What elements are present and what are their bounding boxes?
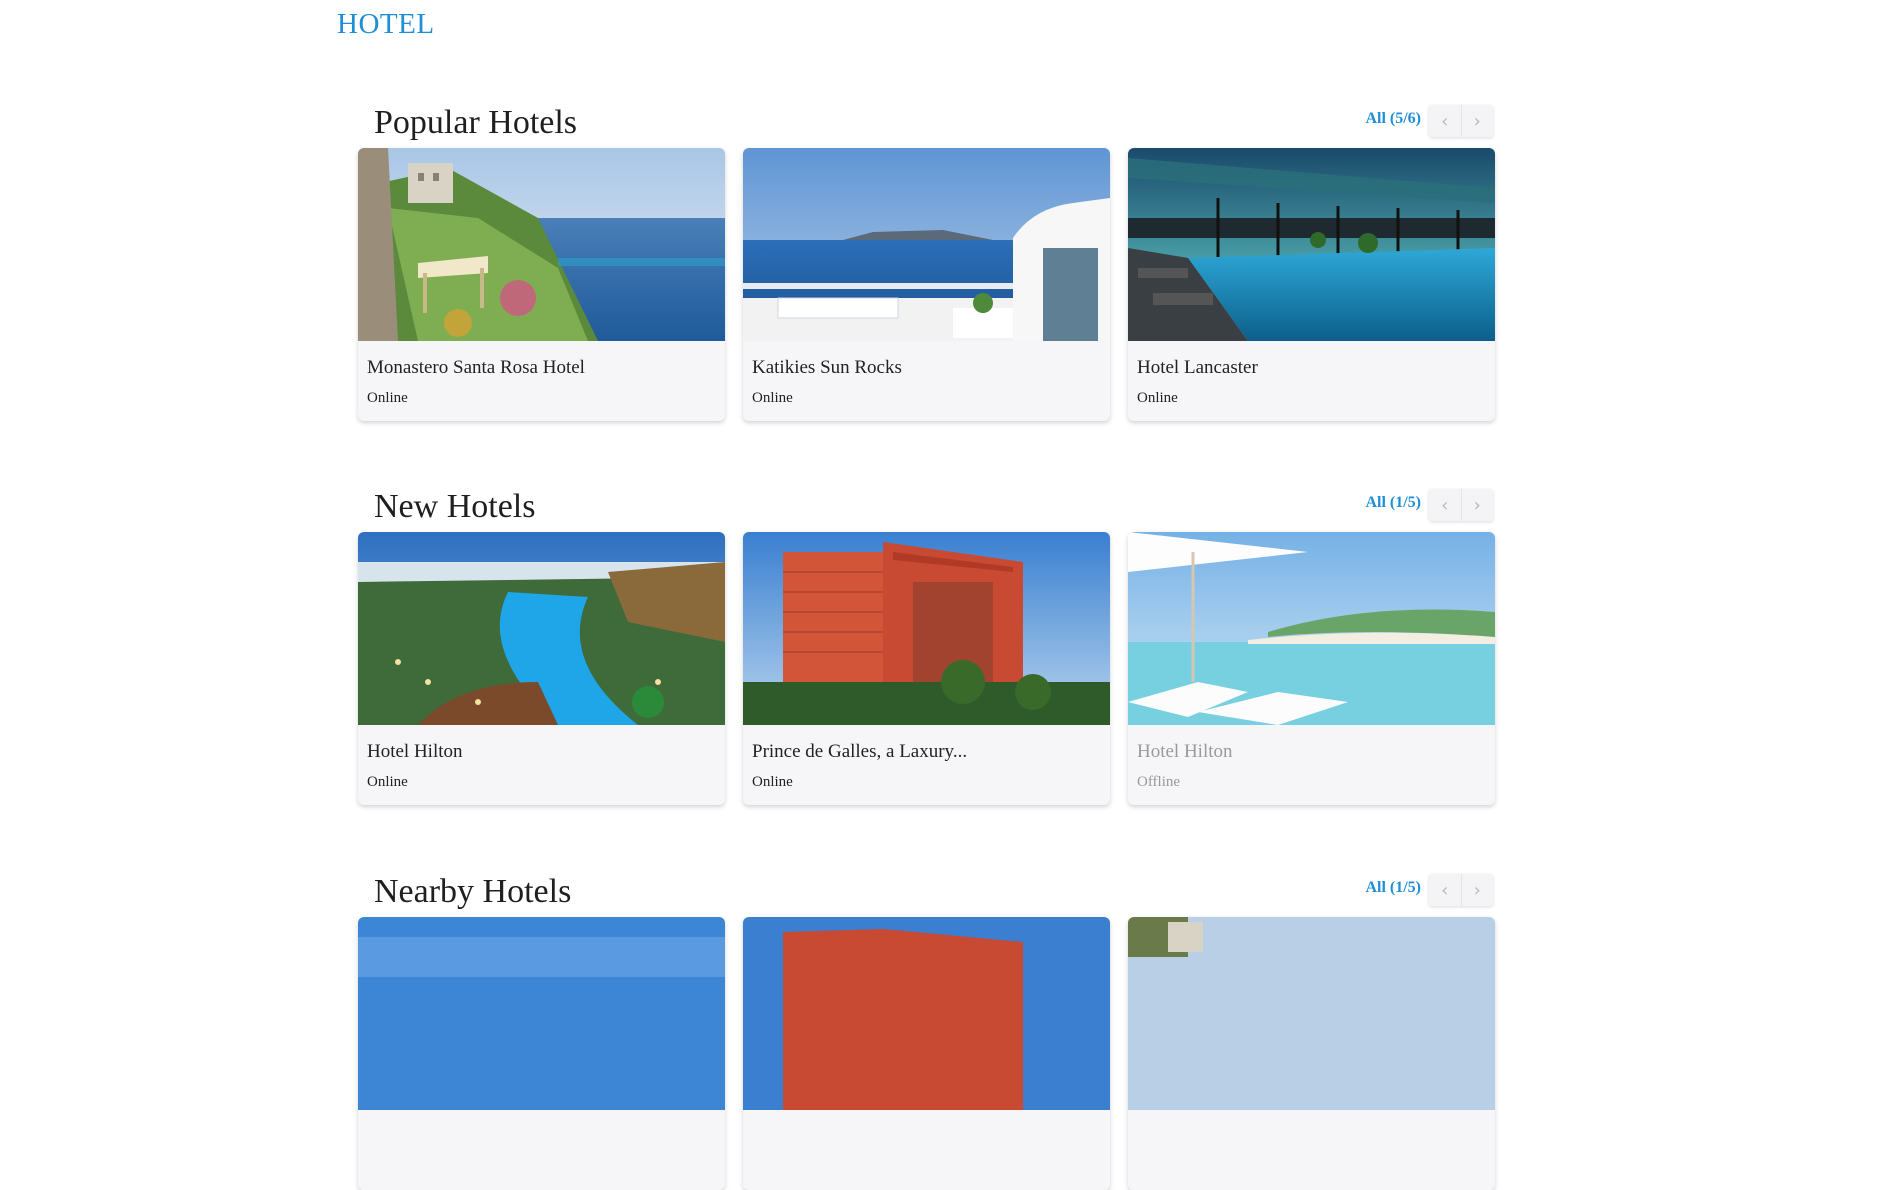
hotel-card[interactable]: Hotel Lancaster Online [1128,148,1495,421]
next-arrow-button[interactable]: › [1461,105,1493,137]
hotel-card[interactable] [358,917,725,1190]
hotel-photo [358,148,725,341]
prev-arrow-button[interactable]: ‹ [1429,489,1462,521]
hotel-photo [358,917,725,1110]
hotel-card[interactable]: Katikies Sun Rocks Online [743,148,1110,421]
view-all-link[interactable]: All (1/5) [1365,879,1421,897]
hotel-name: Monastero Santa Rosa Hotel [367,357,585,378]
hotel-status: Offline [1137,774,1181,790]
hotel-name: Hotel Hilton [367,741,463,762]
hotel-name: Hotel Lancaster [1137,357,1258,378]
hotel-photo [1128,917,1495,1110]
chevron-right-icon: › [1473,879,1481,901]
hotel-photo [1128,532,1495,725]
hotel-photo [1128,148,1495,341]
hotel-card[interactable]: Hotel Hilton Online [358,532,725,805]
section-header: New Hotels All (1/5) ‹ › [358,484,1493,530]
hotel-name: Prince de Galles, a Laxury... [752,741,968,762]
hotel-card-list: Monastero Santa Rosa Hotel Online Katiki… [358,148,1495,421]
carousel-pager: ‹ › [1429,489,1493,521]
chevron-right-icon: › [1473,494,1481,516]
hotel-photo [743,917,1110,1110]
carousel-pager: ‹ › [1429,105,1493,137]
hotel-card-list [358,917,1495,1190]
section-header: Nearby Hotels All (1/5) ‹ › [358,869,1493,915]
brand-logo-link[interactable]: HOTEL [337,8,435,41]
view-all-link[interactable]: All (1/5) [1365,494,1421,512]
hotel-status: Online [752,390,793,406]
hotel-card[interactable]: Monastero Santa Rosa Hotel Online [358,148,725,421]
prev-arrow-button[interactable]: ‹ [1429,105,1462,137]
hotel-card[interactable]: Hotel Hilton Offline [1128,532,1495,805]
section-nearby-hotels: Nearby Hotels All (1/5) ‹ › [358,869,1495,1190]
section-header: Popular Hotels All (5/6) ‹ › [358,100,1493,146]
hotel-status: Online [367,390,408,406]
section-new-hotels: New Hotels All (1/5) ‹ › Hotel Hilton On… [358,484,1495,805]
chevron-left-icon: ‹ [1441,494,1449,516]
section-title: New Hotels [374,488,536,525]
carousel-pager: ‹ › [1429,874,1493,906]
section-title: Nearby Hotels [374,873,572,910]
hotel-status: Online [752,774,793,790]
hotel-name: Katikies Sun Rocks [752,357,902,378]
hotel-card-list: Hotel Hilton Online Prince de Galles, a … [358,532,1495,805]
section-popular-hotels: Popular Hotels All (5/6) ‹ › Monastero S… [358,100,1495,421]
section-title: Popular Hotels [374,104,578,141]
hotel-photo [743,532,1110,725]
next-arrow-button[interactable]: › [1461,489,1493,521]
hotel-status: Online [367,774,408,790]
view-all-link[interactable]: All (5/6) [1365,110,1421,128]
hotel-status: Online [1137,390,1178,406]
hotel-photo [743,148,1110,341]
chevron-left-icon: ‹ [1441,879,1449,901]
hotel-card[interactable] [743,917,1110,1190]
hotel-card[interactable]: Prince de Galles, a Laxury... Online [743,532,1110,805]
chevron-right-icon: › [1473,110,1481,132]
next-arrow-button[interactable]: › [1461,874,1493,906]
hotel-card[interactable] [1128,917,1495,1190]
hotel-photo [358,532,725,725]
hotel-name: Hotel Hilton [1137,741,1233,762]
chevron-left-icon: ‹ [1441,110,1449,132]
prev-arrow-button[interactable]: ‹ [1429,874,1462,906]
